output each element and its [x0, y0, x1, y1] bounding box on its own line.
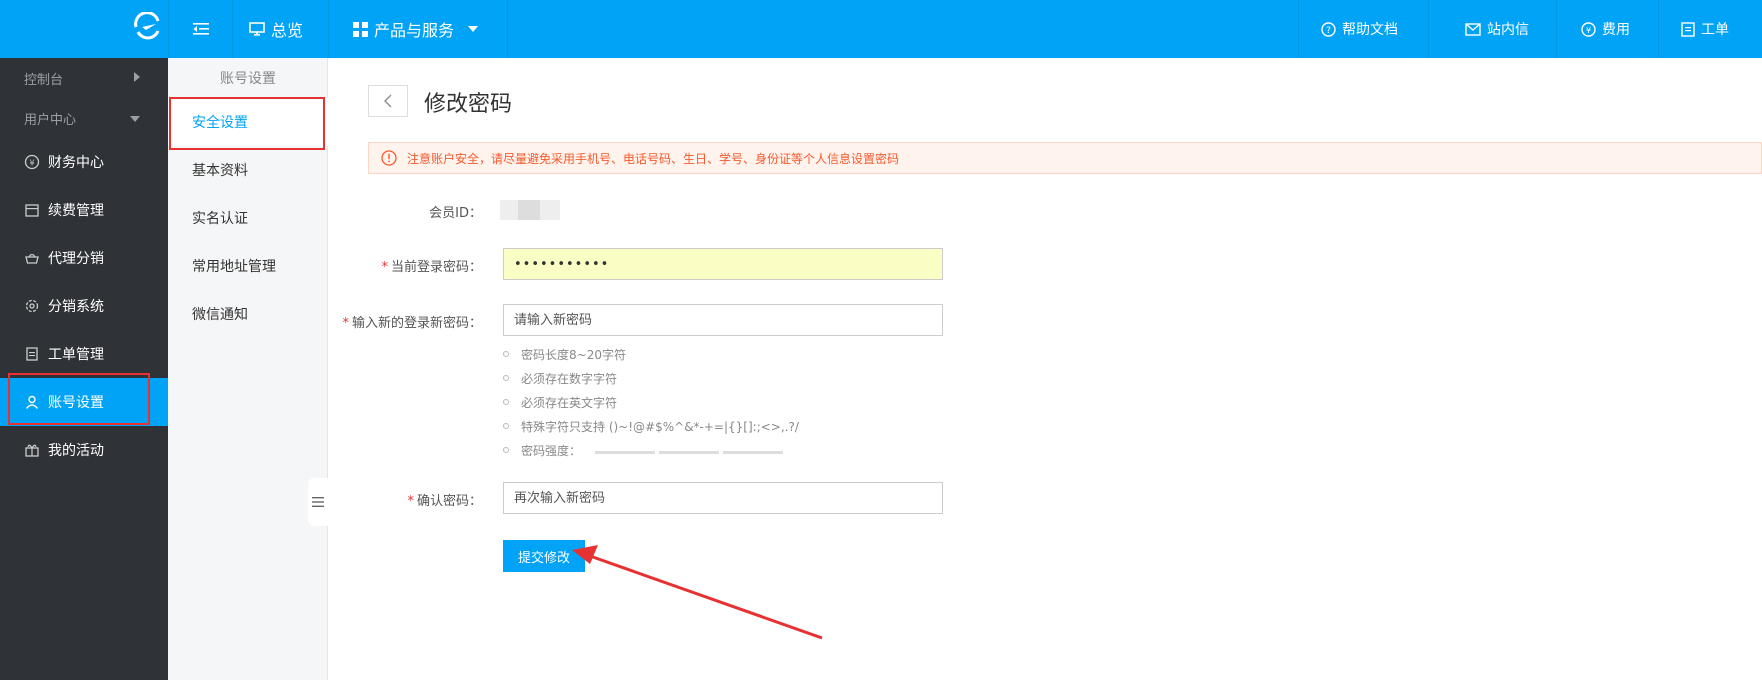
help-circle-icon: ? — [1321, 21, 1336, 37]
strength-bar-weak — [595, 451, 656, 454]
sidebar-item-label: 财务中心 — [48, 155, 104, 171]
bullet — [503, 423, 509, 429]
strength-meter — [591, 443, 784, 457]
nav-products-label: 产品与服务 — [374, 21, 455, 40]
gear-icon — [24, 298, 40, 314]
account-subnav: 账号设置 安全设置 基本资料 实名认证 常用地址管理 微信通知 — [168, 58, 328, 680]
page-title: 修改密码 — [424, 92, 513, 117]
sidebar-console-label: 控制台 — [24, 72, 64, 88]
required-mark: * — [381, 260, 388, 275]
svg-text:¥: ¥ — [1586, 26, 1591, 35]
nav-tickets[interactable]: 工单 — [1658, 0, 1762, 58]
nav-fees-label: 费用 — [1602, 22, 1630, 38]
logo-icon — [134, 12, 160, 40]
nav-help-docs[interactable]: ? 帮助文档 — [1298, 0, 1428, 58]
warning-circle-icon — [381, 150, 397, 166]
rule-text: 特殊字符只支持 ()~!@#$%^&*-+=|{}[]:;<>,.?/ — [521, 419, 799, 434]
back-button[interactable] — [368, 85, 408, 117]
member-id-value-redacted — [500, 200, 560, 220]
new-password-label: * 输入新的登录新密码： — [182, 312, 482, 331]
bullet — [503, 399, 509, 405]
current-password-input[interactable] — [503, 248, 943, 280]
strength-bar-strong — [723, 451, 784, 454]
yen-circle-icon: ¥ — [1581, 21, 1596, 37]
yen-circle-icon: ¥ — [24, 154, 40, 170]
security-notice: 注意账户安全，请尽量避免采用手机号、电话号码、生日、学号、身份证等个人信息设置密… — [368, 142, 1762, 174]
nav-tickets-label: 工单 — [1701, 22, 1729, 38]
sidebar-console[interactable]: 控制台 — [0, 58, 168, 98]
password-rules: 密码长度8~20字符 必须存在数字字符 必须存在英文字符 特殊字符只支持 ()~… — [503, 342, 799, 462]
nav-messages-label: 站内信 — [1487, 22, 1529, 38]
chevron-left-icon — [384, 94, 392, 108]
sidebar-item-label: 续费管理 — [48, 203, 104, 219]
basket-icon — [24, 250, 40, 266]
document-icon — [1681, 21, 1695, 37]
submit-change-button[interactable]: 提交修改 — [503, 540, 585, 572]
sidebar-item-finance[interactable]: ¥ 财务中心 — [0, 138, 168, 186]
bullet — [503, 351, 509, 357]
current-password-label-text: 当前登录密码： — [390, 260, 482, 275]
sidebar-item-activities[interactable]: 我的活动 — [0, 426, 168, 474]
grid-icon — [353, 21, 368, 37]
sidebar-item-tickets[interactable]: 工单管理 — [0, 330, 168, 378]
new-password-input[interactable] — [503, 304, 943, 336]
rule-digit: 必须存在数字字符 — [503, 366, 799, 390]
document-icon — [24, 346, 40, 362]
bullet — [503, 447, 509, 453]
required-mark: * — [342, 316, 349, 331]
sidebar-user-center-label: 用户中心 — [24, 112, 77, 128]
calendar-icon — [24, 202, 40, 218]
required-mark: * — [407, 494, 414, 509]
nav-help-label: 帮助文档 — [1342, 22, 1398, 38]
logo[interactable] — [0, 0, 168, 58]
nav-messages[interactable]: 站内信 — [1428, 0, 1556, 58]
strength-label: 密码强度： — [521, 443, 582, 458]
sidebar-item-label: 工单管理 — [48, 347, 104, 363]
notice-text: 注意账户安全，请尽量避免采用手机号、电话号码、生日、学号、身份证等个人信息设置密… — [407, 151, 900, 166]
caret-down-icon — [468, 26, 479, 32]
mail-icon — [1465, 22, 1481, 36]
svg-text:¥: ¥ — [29, 159, 34, 168]
rule-letter: 必须存在英文字符 — [503, 390, 799, 414]
rule-text: 必须存在数字字符 — [521, 371, 618, 386]
current-password-label: * 当前登录密码： — [182, 256, 482, 275]
caret-down-icon — [130, 111, 140, 126]
nav-products-dropdown[interactable]: 产品与服务 — [328, 0, 508, 58]
nav-fees[interactable]: ¥ 费用 — [1556, 0, 1658, 58]
gift-icon — [24, 442, 40, 458]
nav-overview-label: 总览 — [271, 21, 304, 40]
strength-bar-medium — [659, 451, 720, 454]
top-bar: 总览 产品与服务 ? 帮助文档 站内信 ¥ 费用 工单 — [0, 0, 1762, 58]
rule-text: 密码长度8~20字符 — [521, 347, 626, 362]
subnav-item-profile[interactable]: 基本资料 — [168, 146, 328, 194]
rule-text: 必须存在英文字符 — [521, 395, 618, 410]
member-id-label: 会员ID： — [429, 206, 482, 221]
rule-length: 密码长度8~20字符 — [503, 342, 799, 366]
menu-toggle-button[interactable] — [168, 0, 232, 58]
svg-text:?: ? — [1326, 26, 1331, 36]
sidebar-item-label: 我的活动 — [48, 443, 104, 459]
sidebar-item-distribution[interactable]: 分销系统 — [0, 282, 168, 330]
nav-overview[interactable]: 总览 — [232, 0, 328, 58]
bullet — [503, 375, 509, 381]
sidebar: 控制台 用户中心 ¥ 财务中心 续费管理 代理分销 分销系统 工单管理 账号设置… — [0, 58, 168, 680]
sidebar-item-agent[interactable]: 代理分销 — [0, 234, 168, 282]
highlight-box-sidebar — [8, 373, 150, 425]
new-password-label-text: 输入新的登录新密码： — [351, 316, 482, 331]
highlight-box-subnav — [169, 97, 325, 150]
sidebar-user-center[interactable]: 用户中心 — [0, 98, 168, 138]
subnav-title: 账号设置 — [220, 71, 276, 87]
sidebar-item-label: 分销系统 — [48, 299, 104, 315]
password-strength: 密码强度： — [503, 438, 799, 462]
confirm-password-label-text: 确认密码： — [416, 494, 482, 509]
caret-right-icon — [134, 71, 140, 86]
menu-fold-icon — [192, 23, 209, 35]
rule-special: 特殊字符只支持 ()~!@#$%^&*-+=|{}[]:;<>,.?/ — [503, 414, 799, 438]
confirm-password-input[interactable] — [503, 482, 943, 514]
monitor-icon — [249, 21, 265, 37]
sidebar-item-renewal[interactable]: 续费管理 — [0, 186, 168, 234]
sidebar-item-label: 代理分销 — [48, 251, 104, 267]
confirm-password-label: * 确认密码： — [182, 490, 482, 509]
